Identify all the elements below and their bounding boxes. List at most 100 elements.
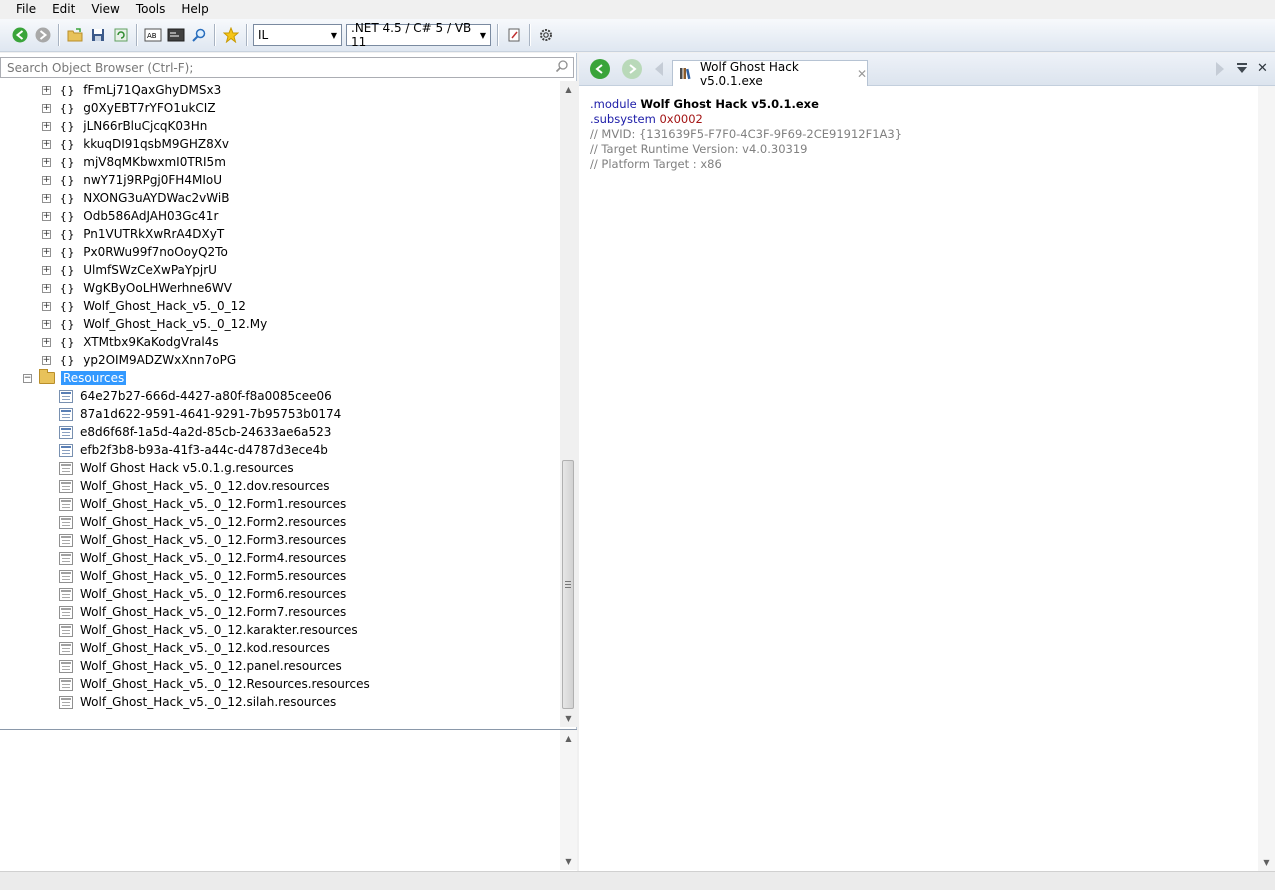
framework-select[interactable]: .NET 4.5 / C# 5 / VB 11 ▼: [346, 21, 491, 49]
resource-icon: [59, 659, 73, 673]
expand-icon[interactable]: +: [42, 319, 51, 329]
tree-namespace-row[interactable]: + {} Px0RWu99f7noOoyQ2To: [42, 243, 228, 261]
expand-icon[interactable]: +: [42, 193, 51, 203]
code-keyword: .module: [590, 97, 637, 111]
forward-icon[interactable]: [33, 25, 53, 45]
text-view-icon[interactable]: AB: [143, 25, 163, 45]
search-icon[interactable]: [189, 25, 209, 45]
tree-resource-row[interactable]: e8d6f68f-1a5d-4a2d-85cb-24633ae6a523: [59, 423, 331, 441]
language-select[interactable]: IL ▼: [253, 24, 342, 46]
tree-namespace-row[interactable]: + {} jLN66rBluCjcqK03Hn: [42, 117, 207, 135]
menu-view[interactable]: View: [83, 0, 127, 19]
tree-namespace-row[interactable]: + {} UlmfSWzCeXwPaYpjrU: [42, 261, 217, 279]
forward-icon[interactable]: [622, 59, 642, 79]
search-box[interactable]: [0, 57, 574, 78]
namespace-label: Odb586AdJAH03Gc41r: [83, 209, 219, 223]
menu-edit[interactable]: Edit: [44, 0, 83, 19]
tree-namespace-row[interactable]: + {} WgKByOoLHWerhne6WV: [42, 279, 232, 297]
tree-folder-resources[interactable]: − Resources: [23, 369, 127, 387]
tab-list-icon[interactable]: [1236, 62, 1248, 77]
tree-namespace-row[interactable]: + {} kkuqDI91qsbM9GHZ8Xv: [42, 135, 229, 153]
scrollbar-thumb[interactable]: [562, 460, 574, 709]
expand-icon[interactable]: +: [42, 229, 51, 239]
resource-icon: [59, 497, 73, 511]
star-icon[interactable]: [221, 25, 241, 45]
tree-namespace-row[interactable]: + {} g0XyEBT7rYFO1ukCIZ: [42, 99, 216, 117]
menu-file[interactable]: File: [0, 0, 44, 19]
close-icon[interactable]: ✕: [857, 67, 867, 81]
expand-icon[interactable]: +: [42, 283, 51, 293]
edit-document-icon[interactable]: [504, 25, 524, 45]
status-bar: [0, 871, 1275, 890]
collapse-icon[interactable]: −: [23, 373, 32, 383]
tree-namespace-row[interactable]: + {} fFmLj71QaxGhyDMSx3: [42, 81, 221, 99]
back-icon[interactable]: [590, 59, 610, 79]
details-scrollbar[interactable]: ▲ ▼: [560, 730, 577, 870]
expand-icon[interactable]: +: [42, 301, 51, 311]
tree-resource-row[interactable]: Wolf Ghost Hack v5.0.1.g.resources: [59, 459, 294, 477]
menu-tools[interactable]: Tools: [128, 0, 174, 19]
tree-resource-row[interactable]: Wolf_Ghost_Hack_v5._0_12.Form3.resources: [59, 531, 346, 549]
tree-resource-row[interactable]: Wolf_Ghost_Hack_v5._0_12.karakter.resour…: [59, 621, 358, 639]
tree-resource-row[interactable]: Wolf_Ghost_Hack_v5._0_12.Resources.resou…: [59, 675, 370, 693]
tree-resource-row[interactable]: 64e27b27-666d-4427-a80f-f8a0085cee06: [59, 387, 332, 405]
menu-help[interactable]: Help: [173, 0, 216, 19]
scroll-up-icon[interactable]: ▲: [560, 730, 577, 747]
tree-namespace-row[interactable]: + {} yp2OIM9ADZWxXnn7oPG: [42, 351, 236, 369]
namespace-icon: {}: [60, 155, 76, 169]
tree-resource-row[interactable]: Wolf_Ghost_Hack_v5._0_12.Form5.resources: [59, 567, 346, 585]
scroll-up-icon[interactable]: ▲: [560, 81, 577, 98]
save-icon[interactable]: [88, 25, 108, 45]
tree-namespace-row[interactable]: + {} nwY71j9RPgj0FH4MIoU: [42, 171, 222, 189]
scroll-down-icon[interactable]: ▼: [1258, 854, 1275, 871]
tree-namespace-row[interactable]: + {} Wolf_Ghost_Hack_v5._0_12.My: [42, 315, 267, 333]
expand-icon[interactable]: +: [42, 121, 51, 131]
tree-scrollbar[interactable]: ▲ ▼: [560, 81, 577, 727]
expand-icon[interactable]: +: [42, 247, 51, 257]
close-icon[interactable]: ✕: [1257, 61, 1268, 76]
tree-namespace-row[interactable]: + {} mjV8qMKbwxmI0TRI5m: [42, 153, 226, 171]
code-scrollbar[interactable]: ▼: [1258, 86, 1275, 871]
expand-icon[interactable]: +: [42, 139, 51, 149]
expand-icon[interactable]: +: [42, 103, 51, 113]
tree-namespace-row[interactable]: + {} Pn1VUTRkXwRrA4DXyT: [42, 225, 224, 243]
details-panel: ▲ ▼: [0, 729, 577, 871]
tree-namespace-row[interactable]: + {} XTMtbx9KaKodgVral4s: [42, 333, 219, 351]
tab-bar: Wolf Ghost Hack v5.0.1.exe ✕ ✕: [579, 53, 1275, 88]
tree-resource-row[interactable]: Wolf_Ghost_Hack_v5._0_12.silah.resources: [59, 693, 336, 711]
tree-resource-row[interactable]: Wolf_Ghost_Hack_v5._0_12.Form2.resources: [59, 513, 346, 531]
expand-icon[interactable]: +: [42, 175, 51, 185]
expand-icon[interactable]: +: [42, 265, 51, 275]
tree-resource-row[interactable]: Wolf_Ghost_Hack_v5._0_12.Form4.resources: [59, 549, 346, 567]
tree-resource-row[interactable]: Wolf_Ghost_Hack_v5._0_12.kod.resources: [59, 639, 330, 657]
scroll-down-icon[interactable]: ▼: [560, 710, 577, 727]
open-folder-icon[interactable]: [65, 25, 85, 45]
expand-icon[interactable]: +: [42, 157, 51, 167]
tab-scroll-right-icon[interactable]: [1215, 61, 1225, 80]
chevron-down-icon: ▼: [479, 30, 486, 40]
expand-icon[interactable]: +: [42, 85, 51, 95]
tree-resource-row[interactable]: Wolf_Ghost_Hack_v5._0_12.dov.resources: [59, 477, 330, 495]
tree-namespace-row[interactable]: + {} Wolf_Ghost_Hack_v5._0_12: [42, 297, 246, 315]
tree-resource-row[interactable]: Wolf_Ghost_Hack_v5._0_12.panel.resources: [59, 657, 342, 675]
tree-resource-row[interactable]: efb2f3b8-b93a-41f3-a44c-d4787d3ece4b: [59, 441, 328, 459]
tree-resource-row[interactable]: Wolf_Ghost_Hack_v5._0_12.Form6.resources: [59, 585, 346, 603]
scroll-down-icon[interactable]: ▼: [560, 853, 577, 870]
resource-icon: [59, 389, 73, 403]
tree-namespace-row[interactable]: + {} NXONG3uAYDWac2vWiB: [42, 189, 229, 207]
tree-namespace-row[interactable]: + {} Odb586AdJAH03Gc41r: [42, 207, 218, 225]
tree-resource-row[interactable]: 87a1d622-9591-4641-9291-7b95753b0174: [59, 405, 341, 423]
search-input[interactable]: [5, 59, 525, 76]
gear-icon[interactable]: [536, 25, 556, 45]
expand-icon[interactable]: +: [42, 337, 51, 347]
back-icon[interactable]: [10, 25, 30, 45]
tree-resource-row[interactable]: Wolf_Ghost_Hack_v5._0_12.Form7.resources: [59, 603, 346, 621]
search-icon[interactable]: [555, 59, 569, 76]
expand-icon[interactable]: +: [42, 355, 51, 365]
expand-icon[interactable]: +: [42, 211, 51, 221]
console-icon[interactable]: [166, 25, 186, 45]
tab-document[interactable]: Wolf Ghost Hack v5.0.1.exe ✕: [672, 60, 868, 88]
tree-resource-row[interactable]: Wolf_Ghost_Hack_v5._0_12.Form1.resources: [59, 495, 346, 513]
refresh-icon[interactable]: [111, 25, 131, 45]
tab-scroll-left-icon[interactable]: [654, 61, 664, 80]
